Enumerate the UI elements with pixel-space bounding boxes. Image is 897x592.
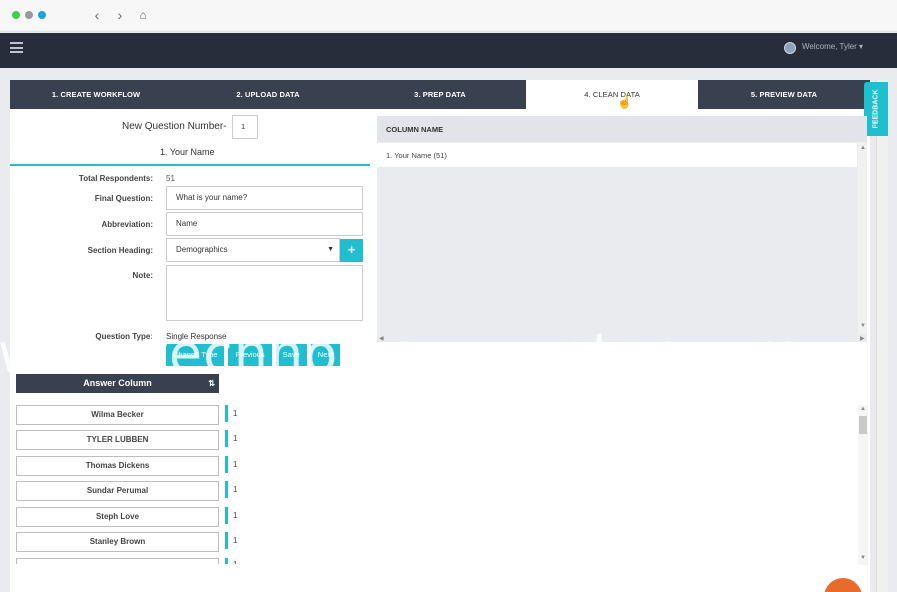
section-heading-value: Demographics bbox=[176, 245, 228, 254]
scroll-right-icon[interactable]: ▶ bbox=[860, 335, 865, 342]
abbreviation-input[interactable]: Name bbox=[166, 212, 363, 236]
total-respondents-label: Total Respondents: bbox=[78, 174, 153, 183]
step-preview-data[interactable]: 5. PREVIEW DATA bbox=[698, 80, 870, 109]
section-divider bbox=[10, 164, 370, 166]
section-title: 1. Your Name bbox=[160, 147, 215, 157]
next-button[interactable]: Next bbox=[310, 344, 341, 366]
answer-item[interactable]: Thomas Dickens bbox=[16, 456, 219, 476]
column-list-item-label: 1. Your Name (51) bbox=[386, 151, 447, 160]
browser-toolbar: ‹ › ⌂ bbox=[0, 0, 897, 32]
back-icon[interactable]: ‹ bbox=[89, 7, 105, 23]
step-upload-data[interactable]: 2. UPLOAD DATA bbox=[182, 80, 354, 109]
answer-count-bar bbox=[225, 456, 228, 473]
answer-count-bar bbox=[225, 558, 228, 564]
answer-count-bar bbox=[225, 507, 228, 524]
answer-column-title: Answer Column bbox=[83, 378, 152, 388]
previous-button[interactable]: Previous bbox=[228, 344, 272, 366]
scroll-left-icon[interactable]: ◀ bbox=[379, 335, 384, 342]
home-icon[interactable]: ⌂ bbox=[135, 7, 151, 23]
answer-count: 1 bbox=[233, 560, 237, 564]
answer-count-bar bbox=[225, 405, 228, 422]
abbreviation-label: Abbreviation: bbox=[101, 220, 153, 229]
answer-count: 1 bbox=[233, 536, 238, 545]
column-name-header: COLUMN NAME bbox=[377, 116, 867, 142]
section-heading-select[interactable]: Demographics ▼ bbox=[166, 238, 340, 262]
forward-icon[interactable]: › bbox=[112, 7, 128, 23]
answer-count: 1 bbox=[233, 409, 238, 418]
action-buttons: Change Type Previous Save Next bbox=[166, 344, 341, 366]
feedback-label: FEEDBACK bbox=[872, 89, 880, 129]
scroll-up-icon[interactable]: ▲ bbox=[860, 406, 866, 412]
window-close-button[interactable] bbox=[38, 11, 46, 19]
answer-count-bar bbox=[225, 532, 228, 549]
app-header: Welcome, Tyler ▾ bbox=[0, 33, 897, 68]
answer-count: 1 bbox=[233, 485, 238, 494]
column-list-panel bbox=[377, 142, 867, 342]
scroll-up-icon[interactable]: ▲ bbox=[860, 145, 866, 151]
window-maximize-button[interactable] bbox=[12, 11, 20, 19]
scroll-down-icon[interactable]: ▼ bbox=[860, 555, 866, 561]
menu-icon[interactable] bbox=[10, 42, 23, 53]
step-clean-data[interactable]: 4. CLEAN DATA bbox=[526, 80, 698, 109]
answer-count: 1 bbox=[233, 460, 238, 469]
note-textarea[interactable] bbox=[166, 265, 363, 321]
question-type-value: Single Response bbox=[166, 332, 227, 341]
answer-item[interactable]: Wilma Becker bbox=[16, 405, 219, 425]
change-type-button[interactable]: Change Type bbox=[166, 344, 225, 366]
new-question-label: New Question Number- bbox=[122, 121, 227, 132]
note-label: Note: bbox=[132, 271, 153, 280]
avatar[interactable] bbox=[784, 42, 796, 54]
answer-item[interactable] bbox=[16, 558, 219, 564]
answer-column-header[interactable]: Answer Column ⇅ bbox=[16, 374, 219, 393]
workflow-steps: 1. CREATE WORKFLOW 2. UPLOAD DATA 3. PRE… bbox=[10, 80, 870, 109]
column-name-header-label: COLUMN NAME bbox=[386, 125, 444, 134]
answer-count-bar bbox=[225, 430, 228, 447]
section-heading-label: Section Heading: bbox=[87, 246, 153, 255]
window-minimize-button[interactable] bbox=[25, 11, 33, 19]
step-prep-data[interactable]: 3. PREP DATA bbox=[354, 80, 526, 109]
sort-icon[interactable]: ⇅ bbox=[208, 374, 215, 393]
pointer-cursor-icon: ☝ bbox=[617, 95, 632, 109]
new-question-number-input[interactable]: 1 bbox=[232, 115, 258, 139]
final-question-label: Final Question: bbox=[94, 194, 153, 203]
answer-item[interactable]: Sundar Perumal bbox=[16, 481, 219, 501]
total-respondents-value: 51 bbox=[166, 174, 175, 183]
answer-count: 1 bbox=[233, 434, 238, 443]
answer-item[interactable]: TYLER LUBBEN bbox=[16, 430, 219, 450]
answer-list-scroll-thumb[interactable] bbox=[859, 416, 867, 434]
page-scrollbar[interactable] bbox=[876, 80, 888, 592]
column-list-scrollbar[interactable] bbox=[858, 142, 867, 334]
feedback-tab[interactable]: FEEDBACK bbox=[864, 82, 888, 136]
add-section-button[interactable]: + bbox=[340, 239, 363, 262]
step-create-workflow[interactable]: 1. CREATE WORKFLOW bbox=[10, 80, 182, 109]
scroll-down-icon[interactable]: ▼ bbox=[860, 323, 866, 329]
question-type-label: Question Type: bbox=[95, 332, 153, 341]
answer-count: 1 bbox=[233, 511, 238, 520]
welcome-user-menu[interactable]: Welcome, Tyler ▾ bbox=[802, 42, 863, 51]
answer-count-bar bbox=[225, 481, 228, 498]
answer-item[interactable]: Stanley Brown bbox=[16, 532, 219, 552]
answer-item[interactable]: Steph Love bbox=[16, 507, 219, 527]
chevron-down-icon: ▼ bbox=[327, 246, 334, 253]
column-list-item[interactable]: 1. Your Name (51) bbox=[377, 143, 857, 167]
final-question-input[interactable]: What is your name? bbox=[166, 186, 363, 210]
save-button[interactable]: Save bbox=[275, 344, 307, 366]
